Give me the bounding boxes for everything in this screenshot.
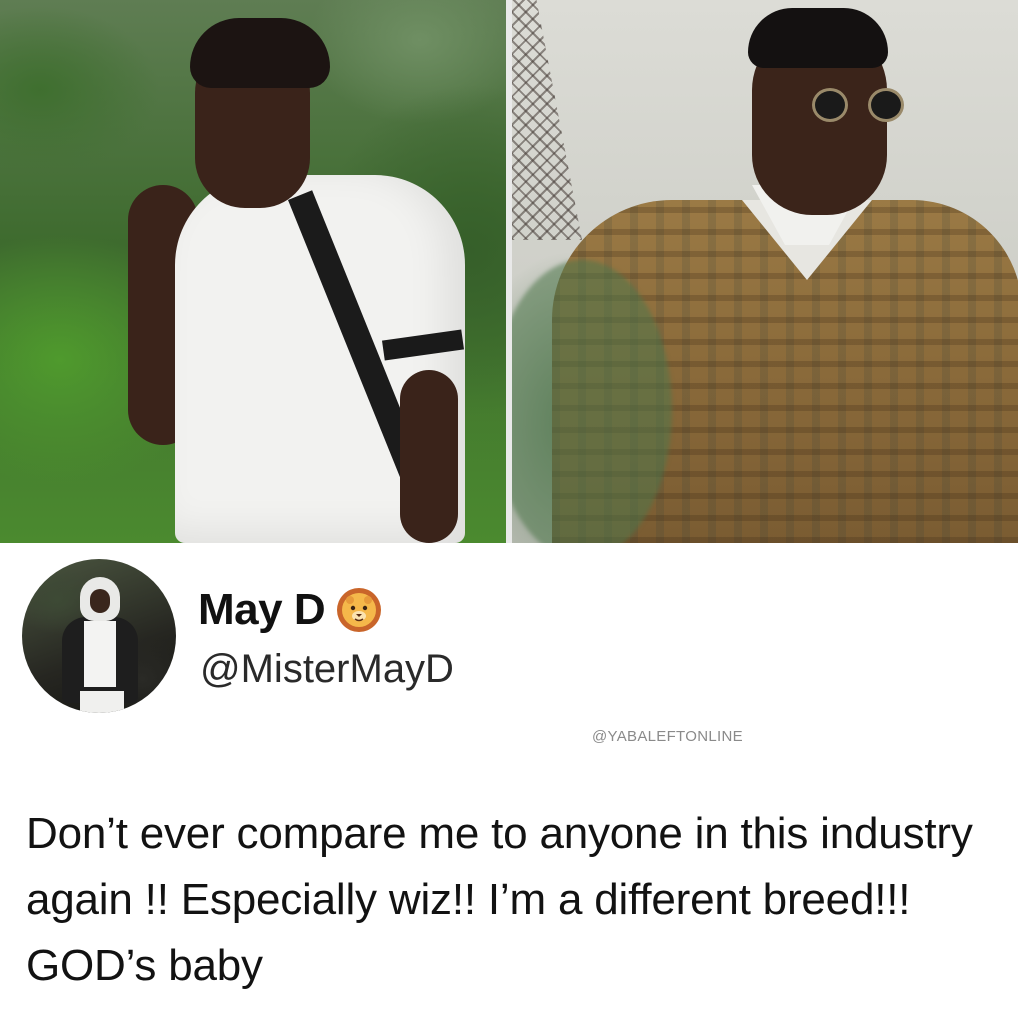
tweet-body-text: Don’t ever compare me to anyone in this … xyxy=(26,809,973,990)
post-frame: May D @MisterMayD @YABALEFTONLINE Don’t … xyxy=(0,0,1018,1024)
avatar-figure-face xyxy=(90,589,110,613)
lion-face-icon xyxy=(335,586,383,634)
avatar-figure-shirt xyxy=(84,621,116,687)
avatar-figure-legs xyxy=(80,691,124,713)
right-photo[interactable] xyxy=(512,0,1018,543)
left-photo-figure-arm-right xyxy=(400,370,458,543)
left-photo-figure-hair xyxy=(190,18,330,88)
avatar[interactable] xyxy=(22,559,176,713)
right-photo-figure-hair xyxy=(748,8,888,68)
photo-collage xyxy=(0,0,1018,543)
author-handle[interactable]: @MisterMayD xyxy=(200,647,454,692)
tweet-card: May D @MisterMayD @YABALEFTONLINE Don’t … xyxy=(0,543,1018,1024)
right-photo-tower xyxy=(512,0,582,240)
author-display-name[interactable]: May D xyxy=(198,585,326,635)
author-name-row: May D xyxy=(198,585,383,635)
sunglasses-icon xyxy=(812,88,912,122)
source-watermark: @YABALEFTONLINE xyxy=(592,728,743,745)
left-photo[interactable] xyxy=(0,0,506,543)
